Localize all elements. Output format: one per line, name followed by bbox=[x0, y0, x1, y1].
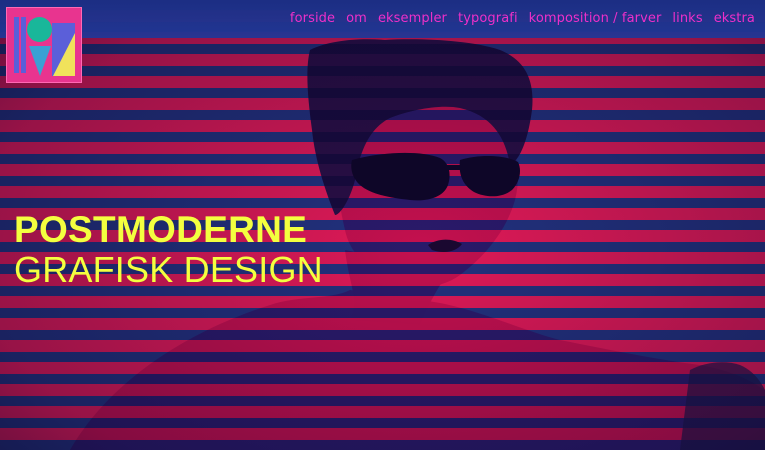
logo-triangles-icon bbox=[29, 23, 75, 76]
hero-title-line1: POSTMODERNE bbox=[14, 209, 308, 250]
site-logo[interactable] bbox=[6, 7, 82, 83]
nav-link-komposition[interactable]: komposition / farver bbox=[529, 11, 662, 26]
nav-link-ekstra[interactable]: ekstra bbox=[714, 11, 755, 26]
nav-link-links[interactable]: links bbox=[672, 11, 702, 26]
main-nav: forside om eksempler typografi kompositi… bbox=[290, 11, 755, 26]
nav-link-eksempler[interactable]: eksempler bbox=[378, 11, 447, 26]
nav-link-typografi[interactable]: typografi bbox=[458, 11, 518, 26]
hero-headline: POSTMODERNE GRAFISK DESIGN bbox=[14, 210, 323, 290]
nav-link-om[interactable]: om bbox=[346, 11, 367, 26]
hero-title-line2: GRAFISK DESIGN bbox=[14, 249, 323, 290]
nav-link-forside[interactable]: forside bbox=[290, 11, 335, 26]
